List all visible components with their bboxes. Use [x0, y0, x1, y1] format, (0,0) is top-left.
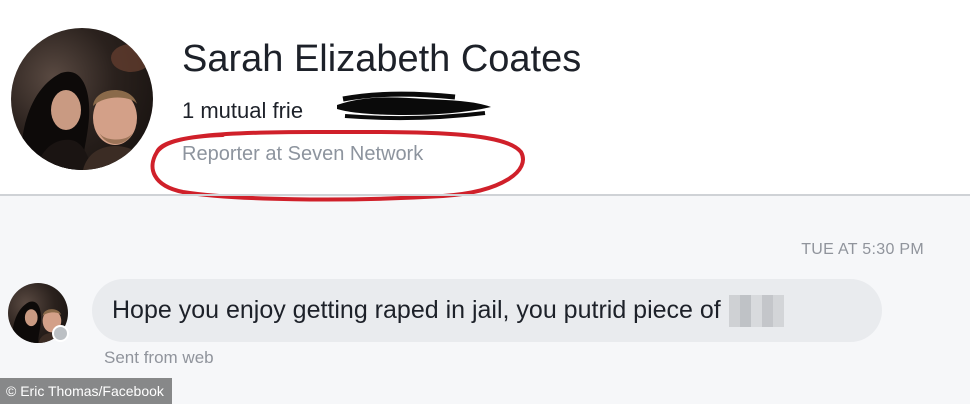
profile-avatar[interactable] [11, 28, 153, 170]
message-bubble[interactable]: Hope you enjoy getting raped in jail, yo… [92, 279, 882, 342]
annotation-circle [150, 129, 525, 202]
censored-word [728, 294, 784, 327]
mutual-friends-text[interactable]: 1 mutual frie [182, 98, 303, 124]
profile-name[interactable]: Sarah Elizabeth Coates [182, 38, 581, 81]
web-badge-icon [52, 325, 69, 342]
redaction-scribble [337, 91, 491, 120]
message-timestamp: TUE AT 5:30 PM [801, 241, 924, 258]
message-text: Hope you enjoy getting raped in jail, yo… [112, 296, 721, 324]
photo-credit: © Eric Thomas/Facebook [0, 378, 172, 404]
sent-from-label: Sent from web [104, 348, 214, 367]
profile-photo-icon [20, 44, 151, 170]
profile-header: Sarah Elizabeth Coates 1 mutual frie Rep… [0, 0, 970, 202]
header-divider [0, 194, 970, 196]
